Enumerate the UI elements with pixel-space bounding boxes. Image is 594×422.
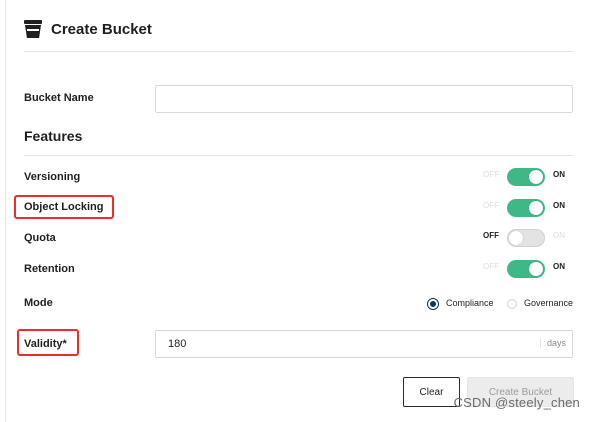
page-header: Create Bucket: [24, 20, 152, 38]
compliance-label: Compliance: [446, 298, 494, 308]
toggle-knob: [509, 231, 523, 245]
bucket-name-input[interactable]: [155, 85, 573, 113]
retention-label: Retention: [24, 263, 75, 275]
object-locking-on-text: ON: [553, 201, 565, 210]
features-divider: [24, 155, 574, 156]
validity-value: 180: [168, 338, 187, 350]
governance-label: Governance: [524, 298, 574, 308]
features-heading: Features: [24, 128, 83, 144]
quota-label: Quota: [24, 232, 56, 244]
quota-toggle[interactable]: [507, 229, 545, 247]
versioning-off-text: OFF: [483, 170, 499, 179]
page-title: Create Bucket: [51, 20, 152, 38]
validity-label: Validity*: [24, 338, 67, 350]
header-divider: [24, 51, 574, 52]
validity-unit: days: [539, 338, 566, 348]
versioning-label: Versioning: [24, 171, 81, 183]
clear-button[interactable]: Clear: [403, 377, 460, 407]
watermark-text: CSDN @steely_chen: [453, 395, 580, 410]
object-locking-toggle[interactable]: [507, 199, 545, 217]
retention-on-text: ON: [553, 262, 565, 271]
compliance-radio[interactable]: [428, 299, 438, 309]
toggle-knob: [529, 262, 543, 276]
quota-on-text: ON: [553, 231, 565, 240]
object-locking-off-text: OFF: [483, 201, 499, 210]
retention-toggle[interactable]: [507, 260, 545, 278]
versioning-on-text: ON: [553, 170, 565, 179]
retention-off-text: OFF: [483, 262, 499, 271]
toggle-knob: [529, 201, 543, 215]
validity-input[interactable]: 180 days: [155, 330, 573, 358]
versioning-toggle[interactable]: [507, 168, 545, 186]
quota-off-text: OFF: [483, 231, 499, 240]
governance-radio[interactable]: [507, 299, 517, 309]
mode-label: Mode: [24, 297, 53, 309]
bucket-icon: [24, 20, 42, 38]
object-locking-label: Object Locking: [24, 201, 104, 213]
toggle-knob: [529, 170, 543, 184]
bucket-name-label: Bucket Name: [24, 92, 94, 104]
